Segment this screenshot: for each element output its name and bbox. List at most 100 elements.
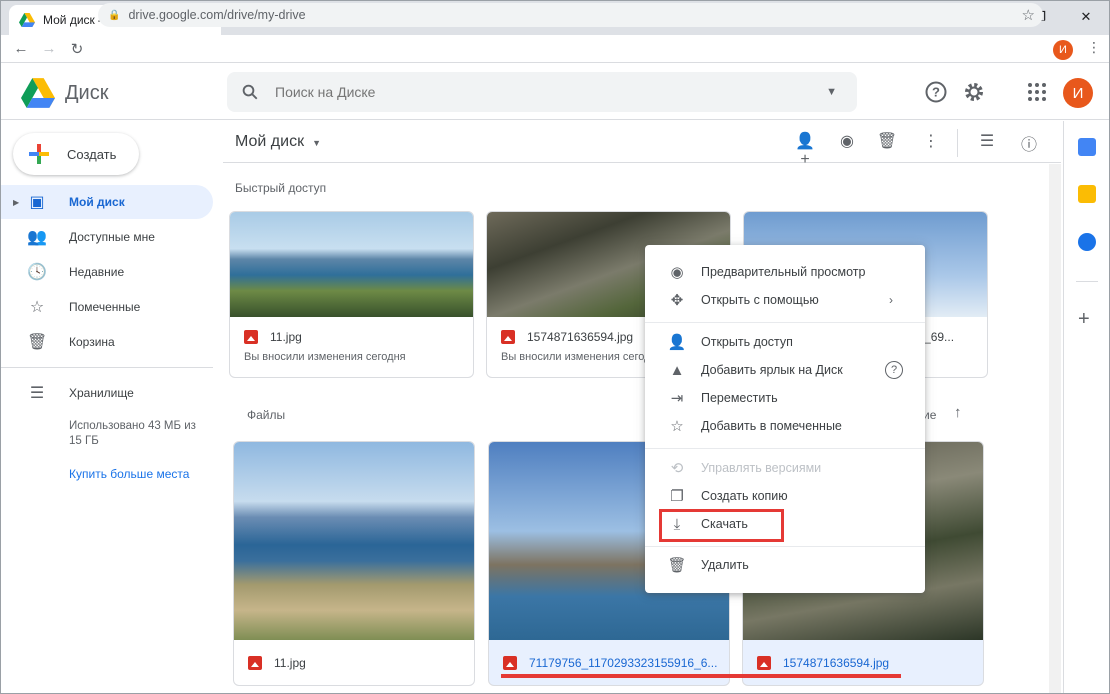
- quick-access-card[interactable]: 11.jpg Вы вносили изменения сегодня: [229, 211, 474, 378]
- chevron-down-icon: ▼: [312, 138, 321, 148]
- menu-item-star[interactable]: ☆ Добавить в помеченные: [645, 412, 925, 440]
- sidebar-item-starred[interactable]: ☆ Помеченные: [1, 290, 213, 324]
- sidebar-item-label: Недавние: [69, 265, 125, 279]
- sidebar-divider: [1, 367, 213, 368]
- menu-item-label: Создать копию: [701, 489, 788, 503]
- sidebar-item-label: Доступные мне: [69, 230, 155, 244]
- drive-shortcut-icon: ▲: [669, 361, 685, 379]
- menu-item-move[interactable]: ⇥ Переместить: [645, 384, 925, 412]
- sidebar-item-my-drive[interactable]: ▶ ▣ Мой диск: [1, 185, 213, 219]
- keep-icon[interactable]: [1078, 185, 1096, 203]
- back-icon[interactable]: ←: [7, 40, 35, 57]
- search-icon[interactable]: [241, 83, 259, 101]
- expand-arrow-icon[interactable]: ▶: [13, 198, 19, 207]
- file-name: 1574871636594.jpg: [501, 330, 633, 344]
- menu-item-label: Открыть с помощью: [701, 293, 819, 307]
- storage-usage: Использовано 43 МБ из 15 ГБ: [69, 420, 196, 447]
- omnibox[interactable]: 🔒 drive.google.com/drive/my-drive ☆: [98, 3, 1043, 27]
- sort-arrow-up-icon[interactable]: ↑: [954, 404, 962, 421]
- menu-divider: [645, 546, 925, 547]
- menu-item-add-shortcut[interactable]: ▲ Добавить ярлык на Диск ?: [645, 356, 925, 384]
- settings-gear-icon[interactable]: [962, 80, 986, 104]
- file-activity: Вы вносили изменения сегодня: [501, 351, 663, 363]
- quick-access-label: Быстрый доступ: [235, 181, 327, 195]
- menu-item-make-copy[interactable]: ❐ Создать копию: [645, 482, 925, 510]
- tasks-icon[interactable]: [1078, 233, 1096, 251]
- drive-logo-icon: [21, 78, 55, 108]
- side-panel: +: [1063, 121, 1109, 693]
- image-file-icon: [757, 656, 771, 670]
- chevron-right-icon: ›: [889, 293, 893, 307]
- calendar-icon[interactable]: [1078, 138, 1096, 156]
- image-file-icon: [501, 330, 515, 344]
- history-icon: ⟲: [670, 460, 684, 477]
- bookmark-star-icon[interactable]: ☆: [1022, 6, 1035, 24]
- add-addon-plus-icon[interactable]: +: [1078, 308, 1090, 331]
- star-icon: ☆: [29, 299, 45, 316]
- sort-label[interactable]: ие: [923, 408, 936, 422]
- forward-icon[interactable]: →: [35, 40, 63, 57]
- menu-item-delete[interactable]: 🗑 Удалить: [645, 551, 925, 579]
- drive-logo[interactable]: Диск: [21, 78, 108, 108]
- more-vert-icon[interactable]: ⋮: [919, 131, 943, 155]
- menu-item-label: Управлять версиями: [701, 461, 822, 475]
- preview-eye-icon[interactable]: ◉: [835, 131, 859, 155]
- create-label: Создать: [67, 146, 117, 162]
- folder-move-icon: ⇥: [670, 390, 684, 407]
- apps-grid-icon[interactable]: [1025, 80, 1049, 104]
- share-add-person-icon[interactable]: 👤+: [793, 131, 817, 168]
- move-icon: ✥: [670, 292, 684, 309]
- storage-icon: ☰: [29, 385, 45, 402]
- plus-icon: [29, 144, 49, 164]
- drive-header: Диск ▼ ? И: [1, 64, 1109, 120]
- file-name: 71179756_1170293323155916_6...: [503, 656, 717, 670]
- close-window-icon[interactable]: ✕: [1063, 1, 1109, 33]
- image-file-icon: [503, 656, 517, 670]
- create-button[interactable]: Создать: [13, 133, 139, 175]
- search-bar[interactable]: ▼: [227, 72, 857, 112]
- info-icon[interactable]: ⓘ: [1017, 131, 1041, 155]
- sidebar-item-recent[interactable]: 🕓 Недавние: [1, 255, 213, 289]
- file-card[interactable]: 11.jpg: [233, 441, 475, 686]
- delete-trash-icon[interactable]: 🗑: [875, 131, 899, 155]
- sidebar-item-label: Корзина: [69, 335, 115, 349]
- search-input[interactable]: [275, 84, 795, 100]
- page-title[interactable]: Мой диск ▼: [235, 133, 321, 151]
- menu-item-manage-versions: ⟲ Управлять версиями: [645, 454, 925, 482]
- menu-divider: [645, 322, 925, 323]
- files-label: Файлы: [247, 408, 286, 422]
- menu-item-open-with[interactable]: ✥ Открыть с помощью ›: [645, 286, 925, 314]
- sidebar-item-trash[interactable]: 🗑 Корзина: [1, 325, 213, 359]
- sidebar-item-label: Помеченные: [69, 300, 141, 314]
- image-file-icon: [248, 656, 262, 670]
- menu-divider: [645, 448, 925, 449]
- sidebar-item-storage[interactable]: ☰ Хранилище: [1, 376, 213, 410]
- file-name: 11.jpg: [244, 330, 302, 344]
- reload-icon[interactable]: ↻: [63, 40, 91, 58]
- download-highlight-box: [659, 509, 784, 542]
- sidebar-item-label: Хранилище: [69, 386, 134, 400]
- menu-item-label: Предварительный просмотр: [701, 265, 866, 279]
- sidebar-item-label: Мой диск: [69, 195, 125, 209]
- search-options-icon[interactable]: ▼: [826, 86, 837, 98]
- scrollbar[interactable]: [1049, 164, 1061, 693]
- thumbnail-image: [234, 442, 474, 640]
- selection-underline: [501, 674, 901, 678]
- menu-item-label: Добавить в помеченные: [701, 419, 842, 433]
- account-avatar[interactable]: И: [1063, 78, 1093, 108]
- file-name: 11.jpg: [248, 656, 306, 670]
- menu-item-preview[interactable]: ◉ Предварительный просмотр: [645, 258, 925, 286]
- file-activity: Вы вносили изменения сегодня: [244, 351, 406, 363]
- browser-profile-avatar[interactable]: И: [1053, 40, 1073, 60]
- menu-item-share[interactable]: 👤 Открыть доступ: [645, 328, 925, 356]
- drive-favicon-icon: [19, 13, 35, 27]
- help-circle-icon[interactable]: ?: [885, 361, 903, 379]
- help-icon[interactable]: ?: [924, 80, 948, 104]
- image-file-icon: [244, 330, 258, 344]
- main-toolbar: Мой диск ▼ 👤+ ◉ 🗑 ⋮ ☰ ⓘ: [223, 121, 1061, 168]
- file-name: 1574871636594.jpg: [757, 656, 889, 670]
- browser-menu-icon[interactable]: ⋮: [1087, 39, 1101, 56]
- buy-storage-link[interactable]: Купить больше места: [69, 467, 189, 481]
- sidebar-item-shared[interactable]: 👥 Доступные мне: [1, 220, 213, 254]
- list-view-icon[interactable]: ☰: [975, 131, 999, 155]
